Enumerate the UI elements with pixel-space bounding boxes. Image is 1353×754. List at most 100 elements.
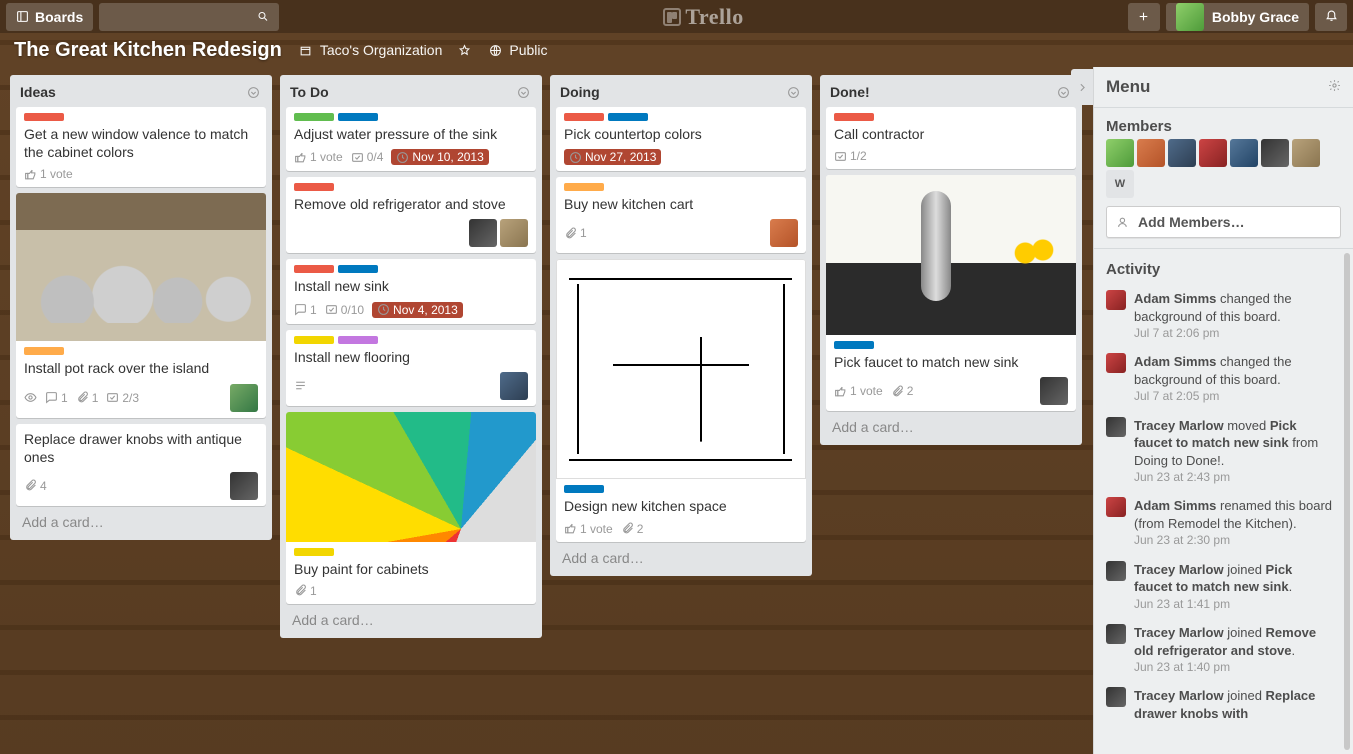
- search-input[interactable]: [109, 9, 257, 24]
- label-yellow[interactable]: [294, 548, 334, 556]
- card-title: Get a new window valence to match the ca…: [24, 125, 258, 161]
- card-labels: [564, 183, 798, 191]
- label-green[interactable]: [294, 113, 334, 121]
- add-card[interactable]: Add a card…: [286, 604, 536, 636]
- activity-text: Adam Simms changed the background of thi…: [1134, 290, 1334, 325]
- card[interactable]: Adjust water pressure of the sink1 vote0…: [286, 107, 536, 171]
- card[interactable]: Buy new kitchen cart1: [556, 177, 806, 253]
- list-menu[interactable]: [1054, 83, 1072, 101]
- card-badges: 1 vote: [24, 167, 258, 181]
- avatar[interactable]: [230, 472, 258, 500]
- activity-item[interactable]: Tracey Marlow joined Remove old refriger…: [1106, 618, 1340, 681]
- avatar[interactable]: [1199, 139, 1227, 167]
- card[interactable]: Replace drawer knobs with antique ones4: [16, 424, 266, 506]
- chevron-down-icon: [787, 86, 800, 99]
- avatar[interactable]: [500, 372, 528, 400]
- avatar[interactable]: [1292, 139, 1320, 167]
- card[interactable]: Get a new window valence to match the ca…: [16, 107, 266, 187]
- avatar[interactable]: [1137, 139, 1165, 167]
- label-blue[interactable]: [564, 485, 604, 493]
- board-canvas[interactable]: Ideas Get a new window valence to match …: [0, 67, 1093, 754]
- list-menu[interactable]: [784, 83, 802, 101]
- avatar[interactable]: [230, 384, 258, 412]
- avatar[interactable]: [1230, 139, 1258, 167]
- card[interactable]: Call contractor1/2: [826, 107, 1076, 169]
- notifications-button[interactable]: [1315, 3, 1347, 31]
- card-labels: [294, 336, 528, 344]
- card[interactable]: Remove old refrigerator and stove: [286, 177, 536, 253]
- card[interactable]: Install pot rack over the island112/3: [16, 193, 266, 417]
- avatar[interactable]: W: [1106, 170, 1134, 198]
- avatar[interactable]: [1261, 139, 1289, 167]
- add-card[interactable]: Add a card…: [556, 542, 806, 574]
- card-labels: [24, 113, 258, 121]
- activity-item[interactable]: Adam Simms changed the background of thi…: [1106, 347, 1340, 410]
- avatar[interactable]: [1040, 377, 1068, 405]
- boards-button[interactable]: Boards: [6, 3, 93, 31]
- label-blue[interactable]: [338, 113, 378, 121]
- card[interactable]: Pick countertop colorsNov 27, 2013: [556, 107, 806, 171]
- board-star[interactable]: [458, 44, 471, 57]
- activity-item[interactable]: Tracey Marlow moved Pick faucet to match…: [1106, 411, 1340, 492]
- votes-badge: 1 vote: [834, 384, 883, 398]
- attachments-badge: 2: [891, 384, 914, 398]
- add-card[interactable]: Add a card…: [16, 506, 266, 538]
- add-button[interactable]: [1128, 3, 1160, 31]
- avatar[interactable]: [770, 219, 798, 247]
- avatar[interactable]: [469, 219, 497, 247]
- label-red[interactable]: [564, 113, 604, 121]
- card[interactable]: Buy paint for cabinets1: [286, 412, 536, 604]
- label-red[interactable]: [834, 113, 874, 121]
- search-box[interactable]: [99, 3, 279, 31]
- label-blue[interactable]: [834, 341, 874, 349]
- label-orange[interactable]: [564, 183, 604, 191]
- card-labels: [564, 113, 798, 121]
- card-labels: [294, 183, 528, 191]
- add-card[interactable]: Add a card…: [826, 411, 1076, 443]
- board-org[interactable]: Taco's Organization: [298, 42, 443, 58]
- label-red[interactable]: [294, 265, 334, 273]
- label-yellow[interactable]: [294, 336, 334, 344]
- sidebar-toggle[interactable]: [1071, 69, 1093, 105]
- list-name[interactable]: Ideas: [20, 84, 244, 100]
- list-name[interactable]: Done!: [830, 84, 1054, 100]
- label-blue[interactable]: [338, 265, 378, 273]
- scrollbar[interactable]: [1344, 253, 1350, 750]
- activity-text: Tracey Marlow joined Replace drawer knob…: [1134, 687, 1334, 722]
- label-purple[interactable]: [338, 336, 378, 344]
- activity-item[interactable]: Tracey Marlow joined Replace drawer knob…: [1106, 681, 1340, 728]
- label-blue[interactable]: [608, 113, 648, 121]
- add-members-button[interactable]: Add Members…: [1106, 206, 1341, 238]
- activity-item[interactable]: Adam Simms changed the background of thi…: [1106, 284, 1340, 347]
- list-name[interactable]: Doing: [560, 84, 784, 100]
- activity-item[interactable]: Tracey Marlow joined Pick faucet to matc…: [1106, 555, 1340, 618]
- card-title: Call contractor: [834, 125, 1068, 143]
- label-orange[interactable]: [24, 347, 64, 355]
- board-visibility[interactable]: Public: [487, 42, 547, 58]
- avatar[interactable]: [1106, 139, 1134, 167]
- avatar[interactable]: [1168, 139, 1196, 167]
- card[interactable]: Design new kitchen space1 vote2: [556, 259, 806, 541]
- card[interactable]: Install new sink10/10Nov 4, 2013: [286, 259, 536, 323]
- trello-logo[interactable]: Trello: [285, 4, 1122, 30]
- list: Doing Pick countertop colorsNov 27, 2013…: [550, 75, 812, 576]
- list-name[interactable]: To Do: [290, 84, 514, 100]
- card-badges: 10/10Nov 4, 2013: [294, 302, 528, 318]
- card-labels: [834, 341, 1068, 349]
- card[interactable]: Install new flooring: [286, 330, 536, 406]
- activity-text: Tracey Marlow joined Pick faucet to matc…: [1134, 561, 1334, 596]
- avatar[interactable]: [500, 219, 528, 247]
- card[interactable]: Pick faucet to match new sink1 vote2: [826, 175, 1076, 411]
- list-menu[interactable]: [514, 83, 532, 101]
- menu-settings[interactable]: [1328, 79, 1341, 95]
- board-header: The Great Kitchen Redesign Taco's Organi…: [0, 33, 1353, 67]
- chevron-down-icon: [1057, 86, 1070, 99]
- card-members: [500, 372, 528, 400]
- user-menu[interactable]: Bobby Grace: [1166, 3, 1309, 31]
- label-red[interactable]: [294, 183, 334, 191]
- label-red[interactable]: [24, 113, 64, 121]
- activity-item[interactable]: Adam Simms renamed this board (from Remo…: [1106, 491, 1340, 554]
- board-title[interactable]: The Great Kitchen Redesign: [14, 39, 282, 62]
- list-menu[interactable]: [244, 83, 262, 101]
- activity-feed: Activity Adam Simms changed the backgrou…: [1094, 249, 1344, 754]
